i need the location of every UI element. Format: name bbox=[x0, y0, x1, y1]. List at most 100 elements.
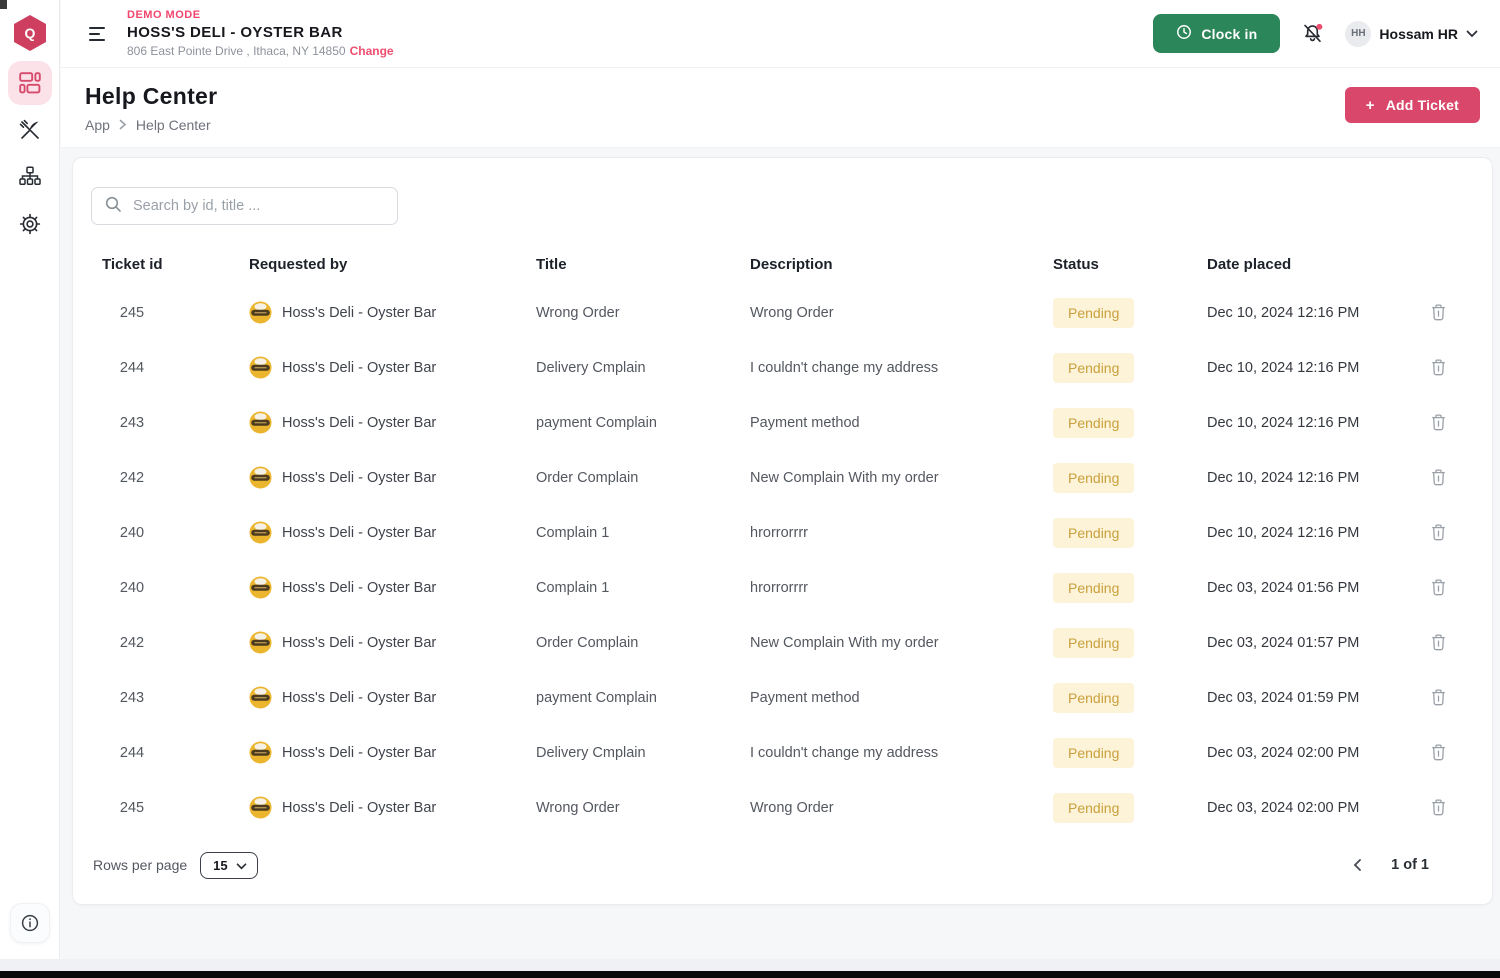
menu-toggle-button[interactable] bbox=[85, 23, 109, 45]
dashboard-grid-icon bbox=[19, 72, 41, 94]
search-icon bbox=[104, 195, 122, 218]
status-badge: Pending bbox=[1053, 408, 1134, 438]
sidebar-item-dashboard[interactable] bbox=[8, 61, 52, 105]
requester-avatar-icon bbox=[249, 301, 272, 324]
ticket-id: 240 bbox=[91, 525, 173, 541]
delete-ticket-button[interactable] bbox=[1428, 576, 1449, 599]
date-placed: Dec 10, 2024 12:16 PM bbox=[1207, 305, 1359, 321]
ticket-title: payment Complain bbox=[536, 415, 657, 431]
rows-per-page-label: Rows per page bbox=[93, 857, 187, 873]
ticket-description: hrorrorrrr bbox=[750, 525, 808, 541]
requester-name: Hoss's Deli - Oyster Bar bbox=[282, 745, 436, 761]
sidebar-item-restaurant[interactable] bbox=[8, 108, 52, 152]
user-avatar: HH bbox=[1345, 21, 1371, 47]
status-badge: Pending bbox=[1053, 573, 1134, 603]
window-bottom-bar bbox=[0, 971, 1500, 978]
bell-slash-icon bbox=[1301, 33, 1324, 48]
requester-avatar-icon bbox=[249, 521, 272, 544]
breadcrumb-app[interactable]: App bbox=[85, 117, 110, 133]
business-info: DEMO MODE HOSS'S DELI - OYSTER BAR 806 E… bbox=[127, 9, 394, 58]
table-footer: Rows per page 15 1 of 1 bbox=[91, 843, 1474, 887]
trash-icon bbox=[1431, 584, 1446, 599]
previous-page-button[interactable] bbox=[1348, 854, 1366, 876]
status-badge: Pending bbox=[1053, 793, 1134, 823]
ticket-description: Wrong Order bbox=[750, 305, 834, 321]
ticket-id: 243 bbox=[91, 690, 173, 706]
ticket-title: Order Complain bbox=[536, 635, 638, 651]
requester-name: Hoss's Deli - Oyster Bar bbox=[282, 415, 436, 431]
date-placed: Dec 10, 2024 12:16 PM bbox=[1207, 360, 1359, 376]
delete-ticket-button[interactable] bbox=[1428, 796, 1449, 819]
search-box bbox=[91, 187, 398, 225]
delete-ticket-button[interactable] bbox=[1428, 356, 1449, 379]
ticket-title: Wrong Order bbox=[536, 800, 620, 816]
ticket-description: Payment method bbox=[750, 690, 860, 706]
requester-avatar-icon bbox=[249, 466, 272, 489]
gear-icon bbox=[19, 213, 41, 235]
tickets-card: Ticket idRequested byTitleDescriptionSta… bbox=[72, 157, 1493, 905]
app-logo[interactable]: Q bbox=[13, 14, 47, 52]
delete-ticket-button[interactable] bbox=[1428, 301, 1449, 324]
trash-icon bbox=[1431, 804, 1446, 819]
trash-icon bbox=[1431, 419, 1446, 434]
ticket-title: payment Complain bbox=[536, 690, 657, 706]
hexagon-q-icon: Q bbox=[13, 14, 47, 52]
clock-in-button[interactable]: Clock in bbox=[1153, 14, 1280, 53]
table-row[interactable]: 242 Hoss's Deli - Oyster Bar Order Compl… bbox=[91, 615, 1474, 670]
requester-name: Hoss's Deli - Oyster Bar bbox=[282, 690, 436, 706]
requester-name: Hoss's Deli - Oyster Bar bbox=[282, 360, 436, 376]
date-placed: Dec 03, 2024 01:57 PM bbox=[1207, 635, 1359, 651]
delete-ticket-button[interactable] bbox=[1428, 466, 1449, 489]
ticket-id: 244 bbox=[91, 360, 173, 376]
help-info-button[interactable] bbox=[10, 903, 50, 943]
table-row[interactable]: 244 Hoss's Deli - Oyster Bar Delivery Cm… bbox=[91, 340, 1474, 395]
status-badge: Pending bbox=[1053, 298, 1134, 328]
trash-icon bbox=[1431, 364, 1446, 379]
requester-avatar-icon bbox=[249, 686, 272, 709]
table-row[interactable]: 240 Hoss's Deli - Oyster Bar Complain 1 … bbox=[91, 505, 1474, 560]
user-name: Hossam HR bbox=[1379, 26, 1458, 42]
table-row[interactable]: 245 Hoss's Deli - Oyster Bar Wrong Order… bbox=[91, 285, 1474, 340]
notifications-button[interactable] bbox=[1299, 20, 1326, 47]
utensils-crossed-icon bbox=[19, 119, 41, 141]
delete-ticket-button[interactable] bbox=[1428, 631, 1449, 654]
delete-ticket-button[interactable] bbox=[1428, 686, 1449, 709]
table-row[interactable]: 242 Hoss's Deli - Oyster Bar Order Compl… bbox=[91, 450, 1474, 505]
delete-ticket-button[interactable] bbox=[1428, 521, 1449, 544]
ticket-id: 245 bbox=[91, 305, 173, 321]
change-location-link[interactable]: Change bbox=[350, 44, 394, 58]
clock-icon bbox=[1176, 24, 1192, 43]
table-row[interactable]: 245 Hoss's Deli - Oyster Bar Wrong Order… bbox=[91, 780, 1474, 835]
trash-icon bbox=[1431, 474, 1446, 489]
page-indicator: 1 of 1 bbox=[1391, 857, 1429, 873]
sidebar-item-organization[interactable] bbox=[8, 155, 52, 199]
table-row[interactable]: 243 Hoss's Deli - Oyster Bar payment Com… bbox=[91, 395, 1474, 450]
search-input[interactable] bbox=[131, 197, 385, 215]
requester-name: Hoss's Deli - Oyster Bar bbox=[282, 635, 436, 651]
ticket-id: 242 bbox=[91, 470, 173, 486]
rows-per-page-select[interactable]: 15 bbox=[200, 852, 257, 879]
status-badge: Pending bbox=[1053, 463, 1134, 493]
user-menu[interactable]: HH Hossam HR bbox=[1345, 21, 1478, 47]
topbar: DEMO MODE HOSS'S DELI - OYSTER BAR 806 E… bbox=[61, 0, 1500, 68]
ticket-rows: 245 Hoss's Deli - Oyster Bar Wrong Order… bbox=[91, 285, 1474, 835]
chevron-left-icon bbox=[1352, 860, 1362, 875]
demo-mode-label: DEMO MODE bbox=[127, 9, 394, 21]
table-row[interactable]: 243 Hoss's Deli - Oyster Bar payment Com… bbox=[91, 670, 1474, 725]
table-row[interactable]: 240 Hoss's Deli - Oyster Bar Complain 1 … bbox=[91, 560, 1474, 615]
ticket-title: Wrong Order bbox=[536, 305, 620, 321]
page-title: Help Center bbox=[85, 83, 217, 110]
add-ticket-button[interactable]: + Add Ticket bbox=[1345, 87, 1480, 123]
delete-ticket-button[interactable] bbox=[1428, 411, 1449, 434]
ticket-id: 244 bbox=[91, 745, 173, 761]
table-row[interactable]: 244 Hoss's Deli - Oyster Bar Delivery Cm… bbox=[91, 725, 1474, 780]
page-header: Help Center App Help Center + Add Ticket bbox=[61, 68, 1500, 148]
requester-avatar-icon bbox=[249, 356, 272, 379]
window-footer-strip bbox=[0, 959, 1500, 971]
ticket-id: 243 bbox=[91, 415, 173, 431]
sidebar-item-settings[interactable] bbox=[8, 202, 52, 246]
business-name: HOSS'S DELI - OYSTER BAR bbox=[127, 24, 394, 41]
chevron-right-icon bbox=[119, 117, 127, 133]
delete-ticket-button[interactable] bbox=[1428, 741, 1449, 764]
trash-icon bbox=[1431, 694, 1446, 709]
